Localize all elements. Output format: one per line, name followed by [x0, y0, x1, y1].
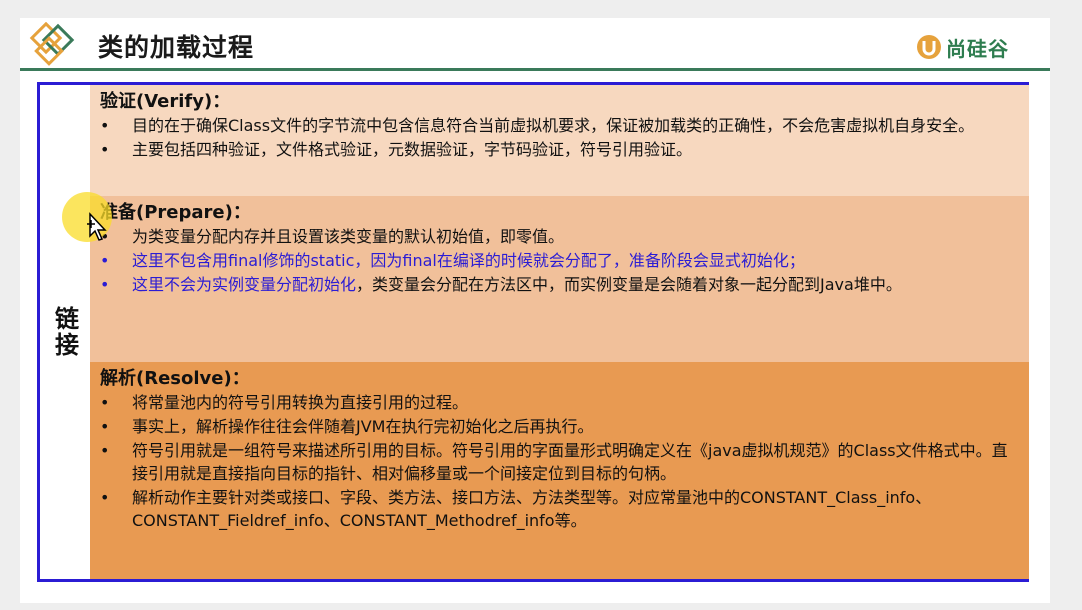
header-divider — [20, 68, 1050, 71]
section-verify: 验证(Verify)： • 目的在于确保Class文件的字节流中包含信息符合当前虚… — [90, 85, 1029, 196]
list-item: • 事实上，解析操作往往会伴随着JVM在执行完初始化之后再执行。 — [100, 417, 594, 436]
move-cursor-icon — [87, 212, 107, 241]
brand-name: 尚硅谷 — [946, 36, 1009, 61]
list-item: • 符号引用就是一组符号来描述所引用的目标。符号引用的字面量形式明确定义在《jav… — [100, 441, 1008, 483]
brand: 尚硅谷 — [916, 32, 1009, 62]
list-item: • 解析动作主要针对类或接口、字段、类方法、接口方法、方法类型等。对应常量池中的C… — [100, 488, 932, 530]
bullet-list: • 将常量池内的符号引用转换为直接引用的过程。 • 事实上，解析操作往往会伴随着JV… — [100, 391, 1019, 532]
section-prepare: 准备(Prepare)： • 为类变量分配内存并且设置该类变量的默认初始值，即零值… — [90, 196, 1029, 362]
section-title: 解析(Resolve)： — [100, 368, 250, 389]
section-title: 验证(Verify)： — [100, 91, 231, 112]
list-item: • 为类变量分配内存并且设置该类变量的默认初始值，即零值。 — [100, 227, 565, 246]
list-item: • 将常量池内的符号引用转换为直接引用的过程。 — [100, 393, 469, 412]
list-item: • 目的在于确保Class文件的字节流中包含信息符合当前虚拟机要求，保证被加载类的… — [100, 116, 975, 135]
list-item: • 这里不包含用final修饰的static，因为final在编译的时候就会分配了… — [100, 251, 805, 270]
slide-header: 类的加载过程 尚硅谷 — [20, 18, 1050, 71]
section-title: 准备(Prepare)： — [100, 202, 251, 223]
diamond-logo-icon — [29, 22, 75, 66]
sections: 验证(Verify)： • 目的在于确保Class文件的字节流中包含信息符合当前虚… — [90, 85, 1029, 579]
bullet-list: • 为类变量分配内存并且设置该类变量的默认初始值，即零值。 • 这里不包含用fina… — [100, 225, 1019, 296]
section-resolve: 解析(Resolve)： • 将常量池内的符号引用转换为直接引用的过程。 • 事实上… — [90, 362, 1029, 579]
page-title: 类的加载过程 — [98, 33, 255, 62]
list-item: • 这里不会为实例变量分配初始化，类变量会分配在方法区中，而实例变量是会随着对象一… — [100, 275, 902, 294]
list-item: • 主要包括四种验证，文件格式验证，元数据验证，字节码验证，符号引用验证。 — [100, 140, 693, 159]
slide: 类的加载过程 尚硅谷 链接 验证(Verify)： • 目的在于确保Class文件… — [20, 18, 1050, 603]
bullet-list: • 目的在于确保Class文件的字节流中包含信息符合当前虚拟机要求，保证被加载类的… — [100, 114, 1019, 161]
content-box: 链接 验证(Verify)： • 目的在于确保Class文件的字节流中包含信息符合… — [37, 82, 1029, 582]
brand-logo-icon — [917, 35, 941, 59]
side-label: 链接 — [40, 85, 90, 579]
side-label-text: 链接 — [50, 306, 79, 358]
